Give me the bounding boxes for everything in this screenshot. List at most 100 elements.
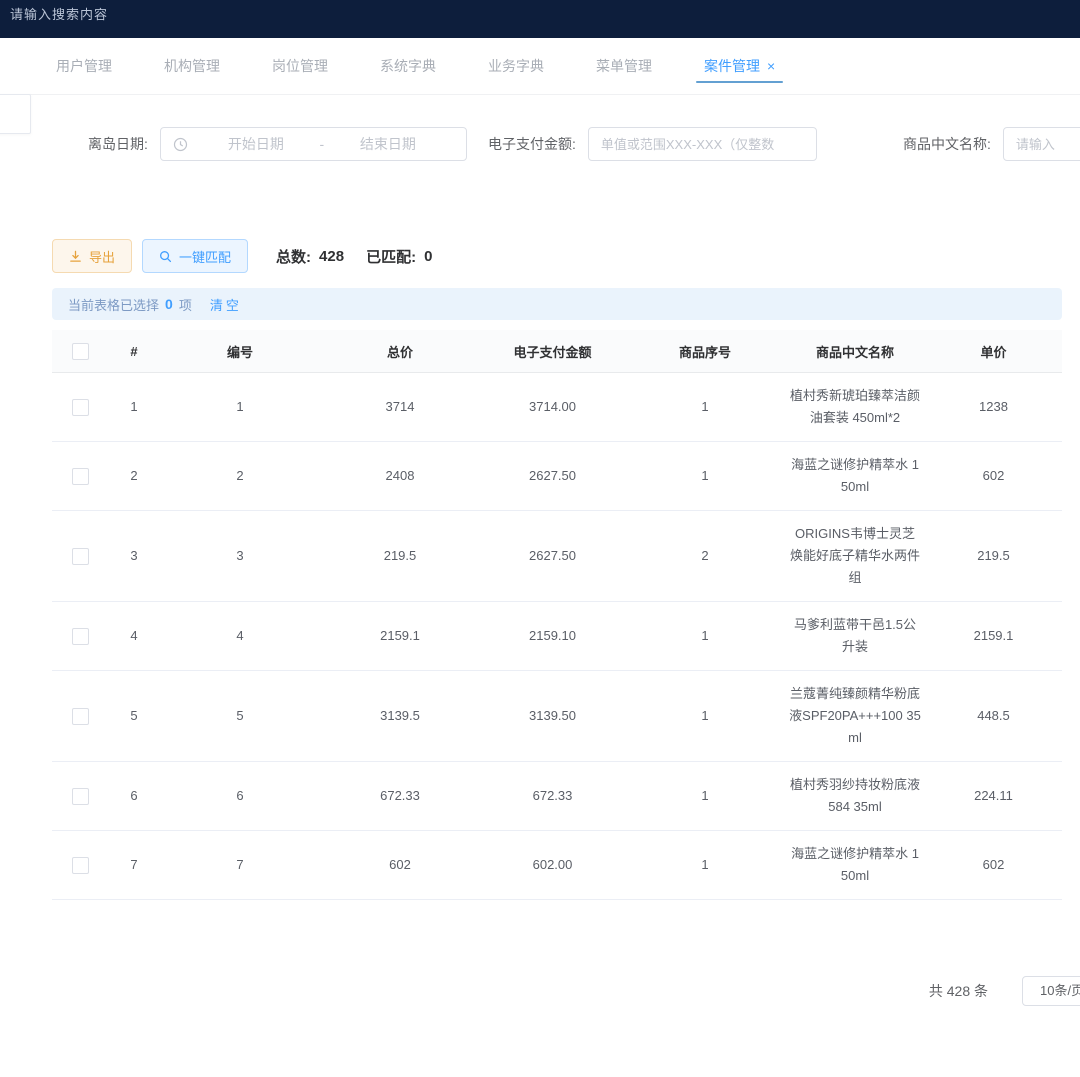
row-seq: 1 <box>625 602 785 671</box>
table-toolbar: 导出 一键匹配 总数: 428 已匹配: 0 <box>52 239 432 273</box>
row-unit-price: 602 <box>925 442 1062 511</box>
tab-label: 业务字典 <box>488 56 544 76</box>
row-checkbox-cell <box>52 602 108 671</box>
selection-prefix: 当前表格已选择 <box>68 295 159 314</box>
row-epay: 2627.50 <box>480 511 625 602</box>
row-checkbox-cell <box>52 511 108 602</box>
row-code: 7 <box>160 831 320 900</box>
tab-close-icon[interactable]: × <box>767 59 775 73</box>
tab-case-management[interactable]: 案件管理× <box>704 38 775 94</box>
tab-system-dict[interactable]: 系统字典 <box>380 38 436 94</box>
column-header: # <box>108 330 160 373</box>
row-total: 3139.5 <box>320 671 480 762</box>
row-product-name: 兰蔻菁纯臻颜精华粉底液SPF20PA+++100 35ml <box>785 671 925 762</box>
selection-suffix: 项 <box>179 295 192 314</box>
row-seq: 1 <box>625 762 785 831</box>
row-epay: 2159.10 <box>480 602 625 671</box>
search-icon <box>159 250 172 263</box>
topbar: 请输入搜索内容 <box>0 0 1080 38</box>
tab-label: 菜单管理 <box>596 56 652 76</box>
match-button-label: 一键匹配 <box>179 247 231 266</box>
header-checkbox-cell <box>52 330 108 373</box>
row-product-name: 海蓝之谜修护精萃水 150ml <box>785 442 925 511</box>
filter-product-name: 商品中文名称: <box>903 127 1080 161</box>
row-checkbox[interactable] <box>72 548 89 565</box>
one-click-match-button[interactable]: 一键匹配 <box>142 239 248 273</box>
row-total: 602 <box>320 831 480 900</box>
export-button[interactable]: 导出 <box>52 239 132 273</box>
tab-user-management[interactable]: 用户管理 <box>56 38 112 94</box>
tab-label: 系统字典 <box>380 56 436 76</box>
match-stats: 总数: 428 已匹配: 0 <box>276 246 432 267</box>
tab-menu-management[interactable]: 菜单管理 <box>596 38 652 94</box>
row-code: 8 <box>160 900 320 907</box>
tab-label: 岗位管理 <box>272 56 328 76</box>
product-name-input[interactable] <box>1003 127 1080 161</box>
row-epay: 1302.48 <box>480 900 625 907</box>
row-seq: 1 <box>625 671 785 762</box>
row-index: 1 <box>108 373 160 442</box>
row-index: 6 <box>108 762 160 831</box>
table-header-row: #编号总价电子支付金额商品序号商品中文名称单价 <box>52 330 1062 373</box>
tab-org-management[interactable]: 机构管理 <box>164 38 220 94</box>
depart-date-range-picker[interactable]: 开始日期 - 结束日期 <box>160 127 467 161</box>
column-header: 电子支付金额 <box>480 330 625 373</box>
row-code: 4 <box>160 602 320 671</box>
filter-epay-amount: 电子支付金额: <box>488 127 817 161</box>
row-epay: 3714.00 <box>480 373 625 442</box>
column-header: 单价 <box>925 330 1062 373</box>
table-row: 33219.52627.502ORIGINS韦博士灵芝焕能好底子精华水两件组21… <box>52 511 1062 602</box>
row-unit-price: 602 <box>925 831 1062 900</box>
row-code: 6 <box>160 762 320 831</box>
end-date-placeholder[interactable]: 结束日期 <box>342 134 434 154</box>
start-date-placeholder[interactable]: 开始日期 <box>210 134 302 154</box>
page-size-select[interactable]: 10条/页 <box>1022 976 1080 1006</box>
row-epay: 2627.50 <box>480 442 625 511</box>
row-product-name: 马爹利蓝带干邑1.5公升装 <box>785 602 925 671</box>
table-row: 2224082627.501海蓝之谜修护精萃水 150ml602 <box>52 442 1062 511</box>
row-total: 2408 <box>320 442 480 511</box>
tab-label: 用户管理 <box>56 56 112 76</box>
clock-icon <box>173 137 188 152</box>
clear-selection-link[interactable]: 清空 <box>210 295 242 314</box>
table-row: 553139.53139.501兰蔻菁纯臻颜精华粉底液SPF20PA+++100… <box>52 671 1062 762</box>
epay-amount-input[interactable] <box>588 127 817 161</box>
row-index: 2 <box>108 442 160 511</box>
row-checkbox-cell <box>52 373 108 442</box>
table-row: 77602602.001海蓝之谜修护精萃水 150ml602 <box>52 831 1062 900</box>
row-checkbox[interactable] <box>72 708 89 725</box>
row-checkbox-cell <box>52 831 108 900</box>
row-checkbox-cell <box>52 671 108 762</box>
select-all-checkbox[interactable] <box>72 343 89 360</box>
row-unit-price: 224.11 <box>925 762 1062 831</box>
table-row: 442159.12159.101马爹利蓝带干邑1.5公升装2159.1 <box>52 602 1062 671</box>
row-total: 1302.48 <box>320 900 480 907</box>
row-checkbox-cell <box>52 762 108 831</box>
row-checkbox[interactable] <box>72 788 89 805</box>
row-epay: 602.00 <box>480 831 625 900</box>
table-row: 1137143714.001植村秀新琥珀臻萃洁颜油套装 450ml*21238 <box>52 373 1062 442</box>
tab-post-management[interactable]: 岗位管理 <box>272 38 328 94</box>
global-search-input[interactable]: 请输入搜索内容 <box>10 4 108 23</box>
row-code: 5 <box>160 671 320 762</box>
product-name-label: 商品中文名称: <box>903 134 991 154</box>
row-total: 219.5 <box>320 511 480 602</box>
row-checkbox[interactable] <box>72 468 89 485</box>
row-checkbox[interactable] <box>72 857 89 874</box>
tab-label: 机构管理 <box>164 56 220 76</box>
row-code: 3 <box>160 511 320 602</box>
tab-business-dict[interactable]: 业务字典 <box>488 38 544 94</box>
row-unit-price: 1238 <box>925 373 1062 442</box>
row-product-name: 植村秀羽纱持妆粉底液 584 35ml <box>785 762 925 831</box>
table-row: 881302.481302.481卡诗菁纯亮泽经典香氛434.16 <box>52 900 1062 907</box>
export-button-label: 导出 <box>89 247 115 266</box>
selection-info-bar: 当前表格已选择 0 项 清空 <box>52 288 1062 320</box>
row-checkbox[interactable] <box>72 399 89 416</box>
pagination-bar: 共 428 条 10条/页 <box>0 975 1080 1007</box>
row-index: 3 <box>108 511 160 602</box>
table-header: #编号总价电子支付金额商品序号商品中文名称单价 <box>52 330 1062 373</box>
row-index: 7 <box>108 831 160 900</box>
filter-bar: 离岛日期: 开始日期 - 结束日期 电子支付金额: 商品中文名称: <box>0 127 1080 161</box>
row-checkbox[interactable] <box>72 628 89 645</box>
row-seq: 1 <box>625 900 785 907</box>
